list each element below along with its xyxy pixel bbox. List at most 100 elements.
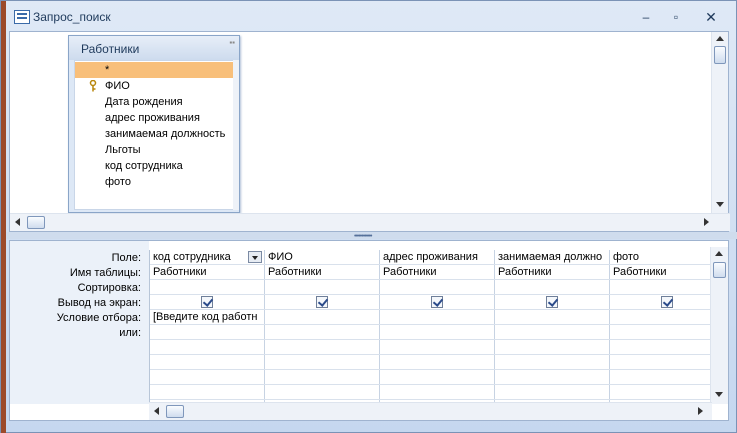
close-button[interactable]: ✕ (698, 7, 724, 27)
scroll-thumb[interactable] (27, 216, 45, 229)
show-checkbox[interactable] (661, 296, 673, 308)
grid-show-cell[interactable] (265, 295, 380, 310)
field-item-position[interactable]: занимаемая должность (75, 126, 233, 142)
grid-empty-cell[interactable] (610, 340, 710, 355)
grid-column[interactable]: код сотрудника Работники [Введите код ра… (150, 250, 265, 404)
grid-or-cell[interactable] (265, 325, 380, 340)
grid-empty-cell[interactable] (265, 355, 380, 370)
grid-column[interactable]: ФИО Работники (265, 250, 380, 404)
grid-or-cell[interactable] (150, 325, 265, 340)
grid-show-cell[interactable] (150, 295, 265, 310)
grid-sort-cell[interactable] (495, 280, 610, 295)
query-grid-pane[interactable]: Поле: Имя таблицы: Сортировка: Вывод на … (9, 240, 729, 421)
grid-table-cell[interactable]: Работники (610, 265, 710, 280)
row-label-field: Поле: (111, 252, 141, 264)
grid-sort-cell[interactable] (150, 280, 265, 295)
grid-empty-cell[interactable] (380, 385, 495, 400)
grid-sort-cell[interactable] (610, 280, 710, 295)
grid-field-cell[interactable]: занимаемая должно (495, 250, 610, 265)
field-item-benefits[interactable]: Льготы (75, 142, 233, 158)
grid-table-cell[interactable]: Работники (495, 265, 610, 280)
show-checkbox[interactable] (201, 296, 213, 308)
grid-sort-cell[interactable] (265, 280, 380, 295)
grid-table-cell[interactable]: Работники (150, 265, 265, 280)
upper-vertical-scrollbar[interactable] (711, 32, 728, 214)
grid-empty-cell[interactable] (610, 370, 710, 385)
field-item-employee-code[interactable]: код сотрудника (75, 158, 233, 174)
field-list-title[interactable]: Работники (69, 36, 239, 60)
grid-empty-cell[interactable] (380, 355, 495, 370)
grid-field-cell[interactable]: код сотрудника (150, 250, 265, 265)
field-list-menu-icon[interactable]: ▪▪ (229, 38, 235, 47)
query-design-grid[interactable]: код сотрудника Работники [Введите код ра… (149, 250, 710, 404)
field-item-birth-date[interactable]: Дата рождения (75, 94, 233, 110)
grid-show-cell[interactable] (610, 295, 710, 310)
pane-splitter[interactable]: •••••••••••• (6, 232, 737, 240)
minimize-button[interactable]: – (633, 7, 659, 27)
grid-empty-cell[interactable] (150, 385, 265, 400)
field-item-fio[interactable]: ФИО (75, 78, 233, 94)
scroll-down-arrow-icon[interactable] (715, 392, 723, 397)
grid-or-cell[interactable] (495, 325, 610, 340)
lower-horizontal-scrollbar[interactable] (149, 402, 712, 420)
grid-empty-cell[interactable] (265, 385, 380, 400)
scroll-left-arrow-icon[interactable] (15, 218, 20, 226)
grid-column[interactable]: фото Работники (610, 250, 710, 404)
scroll-thumb[interactable] (166, 405, 184, 418)
grid-empty-cell[interactable] (380, 340, 495, 355)
grid-show-cell[interactable] (495, 295, 610, 310)
splitter-grip-icon[interactable]: •••••••••••• (354, 233, 372, 240)
grid-empty-cell[interactable] (610, 385, 710, 400)
lower-vertical-scrollbar[interactable] (710, 247, 728, 404)
grid-empty-cell[interactable] (495, 340, 610, 355)
grid-empty-cell[interactable] (150, 370, 265, 385)
upper-horizontal-scrollbar[interactable] (10, 213, 730, 231)
grid-empty-cell[interactable] (150, 355, 265, 370)
show-checkbox[interactable] (431, 296, 443, 308)
field-list-window[interactable]: Работники ▪▪ * ФИО Дата рождения адрес п… (68, 35, 240, 213)
grid-empty-cell[interactable] (495, 355, 610, 370)
grid-field-cell[interactable]: ФИО (265, 250, 380, 265)
field-item-address[interactable]: адрес проживания (75, 110, 233, 126)
grid-empty-cell[interactable] (265, 370, 380, 385)
grid-empty-cell[interactable] (265, 340, 380, 355)
grid-empty-cell[interactable] (610, 355, 710, 370)
grid-field-cell[interactable]: фото (610, 250, 710, 265)
scroll-thumb[interactable] (713, 262, 726, 278)
title-bar[interactable]: Запрос_поиск – ▫ ✕ (6, 1, 737, 31)
field-list-scrollbar[interactable] (233, 60, 239, 210)
grid-or-cell[interactable] (380, 325, 495, 340)
grid-field-cell[interactable]: адрес проживания (380, 250, 495, 265)
grid-table-cell[interactable]: Работники (265, 265, 380, 280)
grid-criteria-cell[interactable] (380, 310, 495, 325)
show-checkbox[interactable] (316, 296, 328, 308)
grid-criteria-cell[interactable] (265, 310, 380, 325)
scroll-up-arrow-icon[interactable] (715, 251, 723, 256)
field-item-photo[interactable]: фото (75, 174, 233, 190)
scroll-left-arrow-icon[interactable] (154, 407, 159, 415)
scroll-right-arrow-icon[interactable] (704, 218, 709, 226)
grid-column[interactable]: занимаемая должно Работники (495, 250, 610, 404)
grid-show-cell[interactable] (380, 295, 495, 310)
grid-or-cell[interactable] (610, 325, 710, 340)
maximize-button[interactable]: ▫ (663, 7, 689, 27)
scroll-down-arrow-icon[interactable] (716, 202, 724, 207)
grid-criteria-cell[interactable] (610, 310, 710, 325)
scroll-right-arrow-icon[interactable] (698, 407, 703, 415)
grid-criteria-cell[interactable]: [Введите код работн (150, 310, 265, 325)
grid-empty-cell[interactable] (495, 385, 610, 400)
grid-empty-cell[interactable] (380, 370, 495, 385)
grid-empty-cell[interactable] (495, 370, 610, 385)
scroll-thumb[interactable] (714, 46, 726, 64)
grid-column[interactable]: адрес проживания Работники (380, 250, 495, 404)
table-design-pane[interactable]: Работники ▪▪ * ФИО Дата рождения адрес п… (9, 31, 730, 232)
grid-criteria-cell[interactable] (495, 310, 610, 325)
grid-table-cell[interactable]: Работники (380, 265, 495, 280)
show-checkbox[interactable] (546, 296, 558, 308)
grid-empty-cell[interactable] (150, 340, 265, 355)
grid-sort-cell[interactable] (380, 280, 495, 295)
scroll-up-arrow-icon[interactable] (716, 36, 724, 41)
row-label-sort: Сортировка: (77, 282, 141, 294)
field-dropdown-button[interactable] (248, 251, 262, 263)
field-item-all[interactable]: * (75, 62, 233, 78)
